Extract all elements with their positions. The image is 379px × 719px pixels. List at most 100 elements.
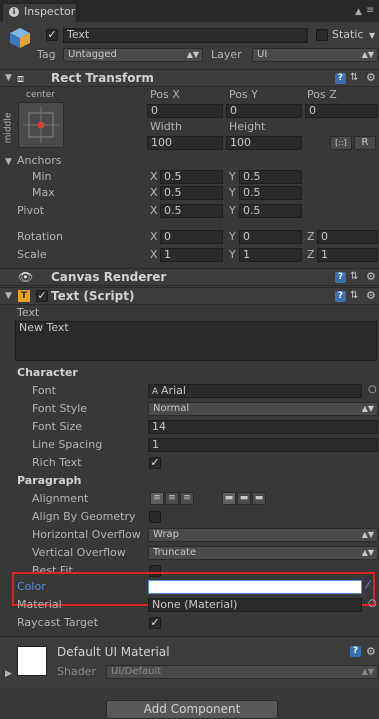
vertical-overflow-label: Vertical Overflow	[32, 546, 126, 559]
tag-dropdown[interactable]: Untagged ▲▼	[63, 48, 203, 62]
width-label: Width	[150, 120, 182, 133]
width-field[interactable]: 100	[147, 136, 223, 150]
align-center-button[interactable]: ≡	[165, 492, 179, 505]
align-by-geometry-checkbox[interactable]	[149, 511, 161, 523]
material-name: Default UI Material	[57, 645, 170, 659]
gear-icon[interactable]: ⚙	[366, 271, 376, 282]
anchors-triangle-icon[interactable]: ▼	[5, 157, 12, 167]
font-value: Arial	[161, 384, 186, 397]
text-script-header[interactable]: ▼ T ✓ Text (Script) ? ⇅ ⚙	[0, 287, 379, 305]
rot-z-field[interactable]: 0	[317, 230, 378, 244]
font-field[interactable]: A Arial	[148, 384, 362, 398]
align-left-button[interactable]: ≡	[150, 492, 164, 505]
inspector-tab[interactable]: i Inspector	[2, 3, 77, 22]
chevron-icon: ▲▼	[361, 548, 374, 557]
font-asset-icon: A	[152, 387, 162, 397]
rich-text-label: Rich Text	[32, 456, 82, 469]
posz-label: Pos Z	[307, 88, 337, 101]
min-y-field[interactable]: 0.5	[239, 170, 302, 184]
max-y-field[interactable]: 0.5	[239, 186, 302, 200]
scale-y-field[interactable]: 1	[239, 248, 302, 262]
pivot-x-field[interactable]: 0.5	[160, 204, 223, 218]
height-label: Height	[229, 120, 266, 133]
align-top-button[interactable]: ▬	[222, 492, 236, 505]
rot-y-label: Y	[229, 230, 236, 243]
raw-edit-button[interactable]: R	[354, 136, 376, 150]
align-middle-button[interactable]: ▬	[237, 492, 251, 505]
add-component-label: Add Component	[143, 702, 241, 716]
rich-text-checkbox[interactable]: ✓	[149, 457, 161, 469]
rot-x-field[interactable]: 0	[160, 230, 223, 244]
posz-field[interactable]: 0	[305, 104, 378, 118]
blueprint-mode-button[interactable]: [::]	[330, 136, 352, 150]
font-style-value: Normal	[153, 403, 190, 414]
pivot-y-field[interactable]: 0.5	[239, 204, 302, 218]
canvas-renderer-header[interactable]: 👁 Canvas Renderer ? ⇅ ⚙	[0, 268, 379, 286]
tab-menu-icon[interactable]: ≡	[366, 5, 374, 16]
object-name-input[interactable]: Text	[63, 28, 308, 43]
shader-value: UI/Default	[111, 666, 162, 677]
scale-z-label: Z	[307, 248, 315, 261]
static-dropdown-icon[interactable]: ▼	[369, 31, 375, 40]
shader-dropdown[interactable]: UI/Default ▲▼	[106, 665, 378, 679]
text-label: Text	[17, 306, 40, 319]
help-icon[interactable]: ?	[335, 272, 346, 283]
gear-icon[interactable]: ⚙	[366, 290, 376, 301]
character-section-label: Character	[17, 366, 78, 379]
gear-icon[interactable]: ⚙	[366, 72, 376, 83]
scale-x-field[interactable]: 1	[160, 248, 223, 262]
material-field[interactable]: None (Material)	[148, 598, 362, 612]
text-area-value: New Text	[19, 321, 69, 334]
scale-label: Scale	[17, 248, 47, 261]
posx-label: Pos X	[150, 88, 180, 101]
help-icon[interactable]: ?	[335, 73, 346, 84]
active-checkbox[interactable]: ✓	[46, 29, 58, 41]
preset-icon[interactable]: ⇅	[350, 72, 358, 83]
font-size-field[interactable]: 14	[148, 420, 378, 434]
scale-x-label: X	[150, 248, 158, 261]
posy-label: Pos Y	[229, 88, 258, 101]
chevron-icon: ▲▼	[361, 404, 374, 413]
rect-transform-header[interactable]: ▼ ⧈ Rect Transform ? ⇅ ⚙	[0, 69, 379, 87]
line-spacing-field[interactable]: 1	[148, 438, 378, 452]
collapse-triangle-icon[interactable]: ▼	[5, 73, 12, 83]
text-area[interactable]: New Text	[15, 321, 377, 361]
eye-icon: 👁	[18, 270, 34, 284]
object-picker-icon[interactable]: ○	[368, 384, 377, 395]
anchor-presets-button[interactable]	[18, 102, 64, 148]
rot-x-label: X	[150, 230, 158, 243]
posx-field[interactable]: 0	[147, 104, 223, 118]
gameobject-cube-icon	[9, 27, 31, 49]
max-x-field[interactable]: 0.5	[160, 186, 223, 200]
scale-z-field[interactable]: 1	[317, 248, 378, 262]
align-bottom-button[interactable]: ▬	[252, 492, 266, 505]
horizontal-overflow-dropdown[interactable]: Wrap ▲▼	[148, 528, 378, 542]
max-label: Max	[32, 186, 55, 199]
help-icon[interactable]: ?	[335, 291, 346, 302]
posy-field[interactable]: 0	[226, 104, 302, 118]
help-icon[interactable]: ?	[350, 646, 361, 657]
raycast-target-checkbox[interactable]: ✓	[149, 617, 161, 629]
rot-y-field[interactable]: 0	[239, 230, 302, 244]
preset-icon[interactable]: ⇅	[350, 271, 358, 282]
vertical-overflow-dropdown[interactable]: Truncate ▲▼	[148, 546, 378, 560]
font-style-dropdown[interactable]: Normal ▲▼	[148, 402, 378, 416]
anchor-center-label: center	[26, 90, 55, 100]
add-component-button[interactable]: Add Component	[106, 700, 278, 719]
align-right-button[interactable]: ≡	[180, 492, 194, 505]
preset-icon[interactable]: ⇅	[350, 290, 358, 301]
text-script-title: Text (Script)	[51, 289, 135, 303]
min-x-field[interactable]: 0.5	[160, 170, 223, 184]
layer-dropdown[interactable]: UI ▲▼	[252, 48, 378, 62]
collapse-triangle-icon[interactable]: ▼	[5, 291, 12, 301]
height-field[interactable]: 100	[226, 136, 302, 150]
material-foldout-icon[interactable]: ▶	[5, 669, 12, 679]
object-picker-icon[interactable]: ○	[368, 598, 377, 609]
text-enabled-checkbox[interactable]: ✓	[36, 290, 48, 302]
lock-icon[interactable]: ▲	[355, 7, 362, 17]
static-checkbox[interactable]	[316, 29, 328, 41]
max-x-label: X	[150, 186, 158, 199]
alignment-label: Alignment	[32, 492, 89, 505]
gear-icon[interactable]: ⚙	[366, 646, 376, 657]
text-component-icon: T	[18, 290, 30, 302]
